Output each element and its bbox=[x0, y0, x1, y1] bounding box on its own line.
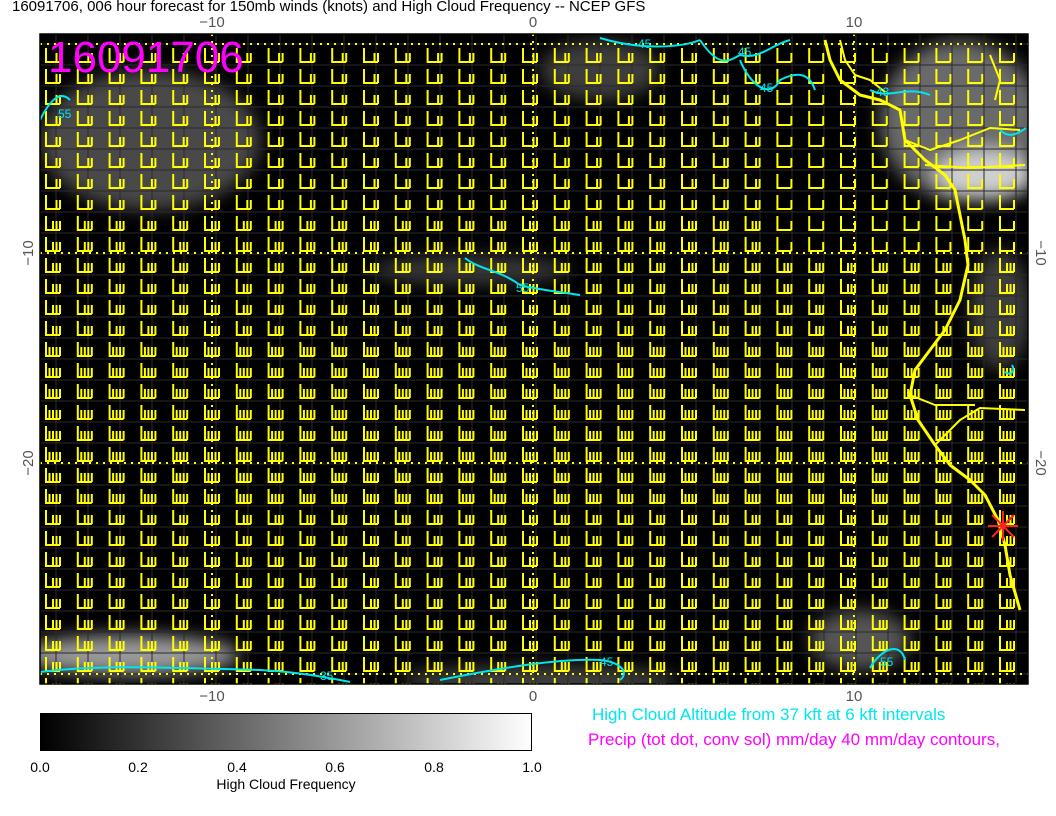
top-tick-label: 10 bbox=[846, 14, 863, 31]
colorbar-tick: 0.8 bbox=[424, 759, 444, 775]
colorbar-tick: 0.0 bbox=[30, 759, 50, 775]
contour-label: 45 bbox=[600, 655, 614, 669]
date-stamp: 16091706 bbox=[48, 33, 244, 82]
forecast-map[interactable]: 55 45 45 43 55 45 55 45 35 −10 0 10 −10 0 10 −10… bbox=[0, 0, 1056, 816]
contour-label: 35 bbox=[320, 669, 334, 683]
right-tick-label: −10 bbox=[1032, 240, 1049, 265]
contour-label: 55 bbox=[516, 281, 530, 295]
left-tick-label: −10 bbox=[20, 240, 37, 265]
left-tick-label: −20 bbox=[20, 450, 37, 475]
cloud-patch bbox=[935, 150, 1028, 200]
cloud-patch bbox=[810, 610, 910, 670]
colorbar-tick: 0.2 bbox=[128, 759, 148, 775]
colorbar-tick: 0.4 bbox=[227, 759, 247, 775]
contour-label: 55 bbox=[58, 107, 72, 121]
top-tick-label: 0 bbox=[529, 14, 537, 31]
colorbar bbox=[40, 713, 532, 751]
right-tick-label: −20 bbox=[1032, 450, 1049, 475]
colorbar-label: High Cloud Frequency bbox=[216, 776, 356, 792]
bottom-tick-label: 0 bbox=[529, 688, 537, 705]
top-tick-label: −10 bbox=[199, 14, 224, 31]
contour-label: 43 bbox=[876, 85, 890, 99]
precip-note: Precip (tot dot, conv sol) mm/day 40 mm/… bbox=[588, 730, 1000, 749]
cloud-altitude-note: High Cloud Altitude from 37 kft at 6 kft… bbox=[592, 705, 946, 724]
red-star-burst-icon bbox=[988, 511, 1018, 541]
bottom-tick-label: −10 bbox=[199, 688, 224, 705]
contour-label: 55 bbox=[880, 655, 894, 669]
colorbar-tick: 1.0 bbox=[522, 759, 542, 775]
contour-label: 45 bbox=[738, 45, 752, 59]
contour-label: 45 bbox=[760, 81, 774, 95]
contour-label: 45 bbox=[638, 37, 652, 51]
colorbar-tick: 0.6 bbox=[325, 759, 345, 775]
bottom-tick-label: 10 bbox=[846, 688, 863, 705]
